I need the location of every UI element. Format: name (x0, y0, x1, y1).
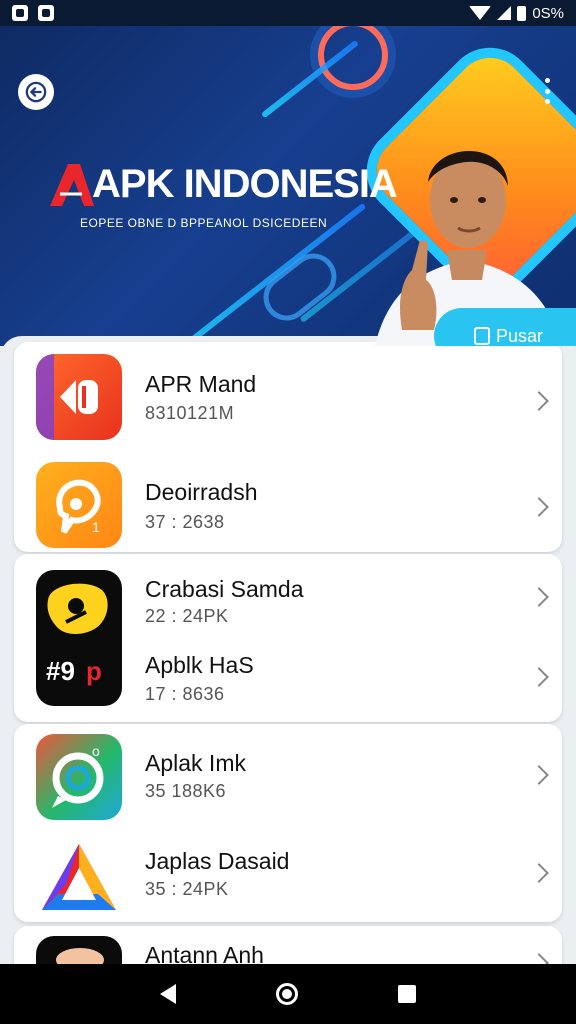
app-name: APR Mand (145, 371, 257, 397)
back-button[interactable] (18, 74, 54, 110)
app-subtitle: 37 : 2638 (145, 512, 225, 532)
notification-icon (12, 5, 28, 21)
app-card: #9 p Crabasi Samda 22 : 24PK Apblk HaS 1… (14, 554, 562, 722)
app-subtitle: 35 188K6 (145, 781, 227, 801)
app-icon (36, 354, 122, 440)
app-subtitle: 35 : 24PK (145, 879, 229, 899)
nav-recents-icon[interactable] (398, 985, 416, 1003)
chevron-right-icon (529, 667, 549, 687)
app-subtitle: 22 : 24PK (145, 606, 229, 626)
app-card: o Aplak Imk 35 188K6 Japlas Dasaid 35 : … (14, 724, 562, 922)
list-item[interactable]: Apblk HaS 17 : 8636 (14, 638, 562, 722)
app-name: Antann Anh (145, 942, 264, 964)
app-name: Deoirradsh (145, 479, 258, 505)
wifi-icon (469, 6, 492, 20)
app-card: Antann Anh (14, 926, 562, 964)
app-list-sheet: APR Mand 8310121M 1 Deoirradsh 37 : 2638 (0, 336, 576, 964)
chevron-right-icon (529, 497, 549, 517)
decorative-ring (318, 26, 388, 90)
app-icon (36, 936, 122, 964)
hero-banner: APK INDONESIA EOPEE OBNE D BPPEANOL DSIC… (0, 26, 576, 346)
nav-home-icon[interactable] (276, 983, 298, 1005)
brand-header: APK INDONESIA (46, 158, 398, 210)
list-item[interactable]: Antann Anh (14, 926, 562, 964)
back-arrow-icon (25, 81, 47, 103)
battery-text: 0S% (532, 4, 564, 22)
chevron-right-icon (529, 863, 549, 883)
brand-title: APK INDONESIA (92, 161, 398, 206)
list-item[interactable]: 1 Deoirradsh 37 : 2638 (14, 450, 562, 552)
nav-back-icon[interactable] (160, 984, 176, 1004)
app-icon: o (36, 734, 122, 820)
app-name: Japlas Dasaid (145, 848, 290, 874)
chevron-right-icon (529, 391, 549, 411)
app-name: Crabasi Samda (145, 576, 304, 602)
brand-subtitle: EOPEE OBNE D BPPEANOL DSICEDEEN (80, 216, 328, 230)
signal-icon (497, 6, 512, 20)
list-item[interactable]: Crabasi Samda 22 : 24PK (14, 554, 562, 638)
list-item[interactable]: Japlas Dasaid 35 : 24PK (14, 824, 562, 922)
battery-icon (517, 5, 527, 21)
chevron-right-icon (529, 587, 549, 607)
list-item[interactable]: APR Mand 8310121M (14, 342, 562, 448)
pusar-button[interactable]: Pusar (434, 308, 576, 346)
pusar-label: Pusar (496, 325, 544, 346)
bag-icon (474, 327, 490, 345)
app-card: APR Mand 8310121M 1 Deoirradsh 37 : 2638 (14, 342, 562, 552)
list-item[interactable]: o Aplak Imk 35 188K6 (14, 724, 562, 824)
chevron-right-icon (529, 953, 549, 964)
more-vert-icon[interactable] (542, 78, 552, 104)
app-name: Apblk HaS (145, 652, 254, 678)
app-name: Aplak Imk (145, 750, 246, 776)
app-icon: 1 (36, 462, 122, 548)
app-icon (36, 834, 122, 920)
chevron-right-icon (529, 765, 549, 785)
svg-text:1: 1 (92, 519, 100, 535)
app-notification-icon (38, 5, 54, 21)
app-subtitle: 8310121M (145, 403, 235, 423)
status-bar: 0S% (0, 0, 576, 26)
svg-text:o: o (92, 743, 100, 759)
brand-logo-icon (50, 164, 94, 206)
system-nav-bar (0, 964, 576, 1024)
app-subtitle: 17 : 8636 (145, 684, 225, 704)
